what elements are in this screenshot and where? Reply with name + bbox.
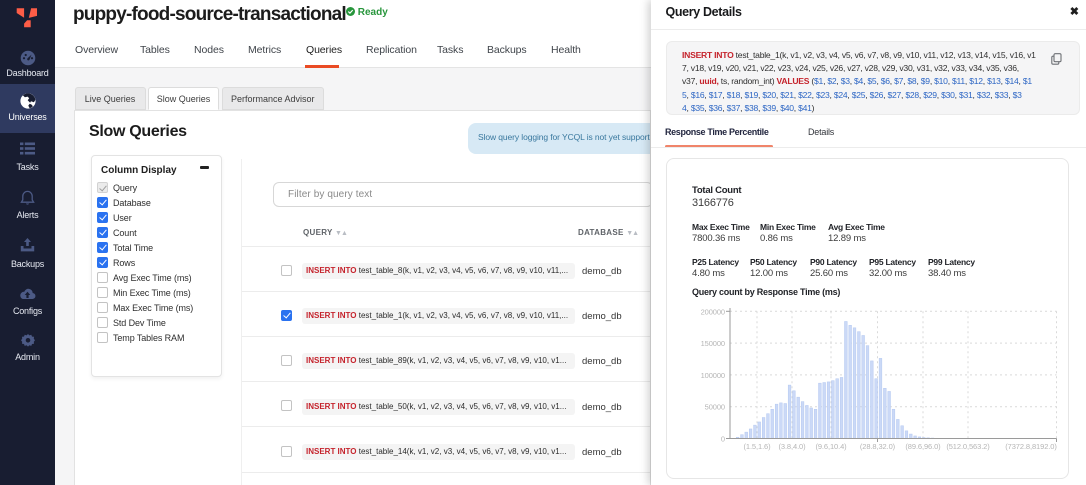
svg-text:150000: 150000 bbox=[701, 339, 725, 348]
svg-text:(1.5,1.6): (1.5,1.6) bbox=[743, 442, 771, 451]
svg-text:(9.6,10.4): (9.6,10.4) bbox=[815, 442, 847, 451]
svg-text:(512.0,563.2): (512.0,563.2) bbox=[946, 442, 990, 451]
svg-text:(89.6,96.0): (89.6,96.0) bbox=[905, 442, 941, 451]
svg-text:(7372.8,8192.0): (7372.8,8192.0) bbox=[1005, 442, 1057, 451]
svg-text:50000: 50000 bbox=[705, 403, 725, 412]
svg-text:100000: 100000 bbox=[701, 371, 725, 380]
svg-text:(28.8,32.0): (28.8,32.0) bbox=[860, 442, 896, 451]
svg-text:(3.8,4.0): (3.8,4.0) bbox=[778, 442, 806, 451]
svg-text:0: 0 bbox=[721, 435, 725, 444]
svg-text:200000: 200000 bbox=[701, 307, 725, 316]
